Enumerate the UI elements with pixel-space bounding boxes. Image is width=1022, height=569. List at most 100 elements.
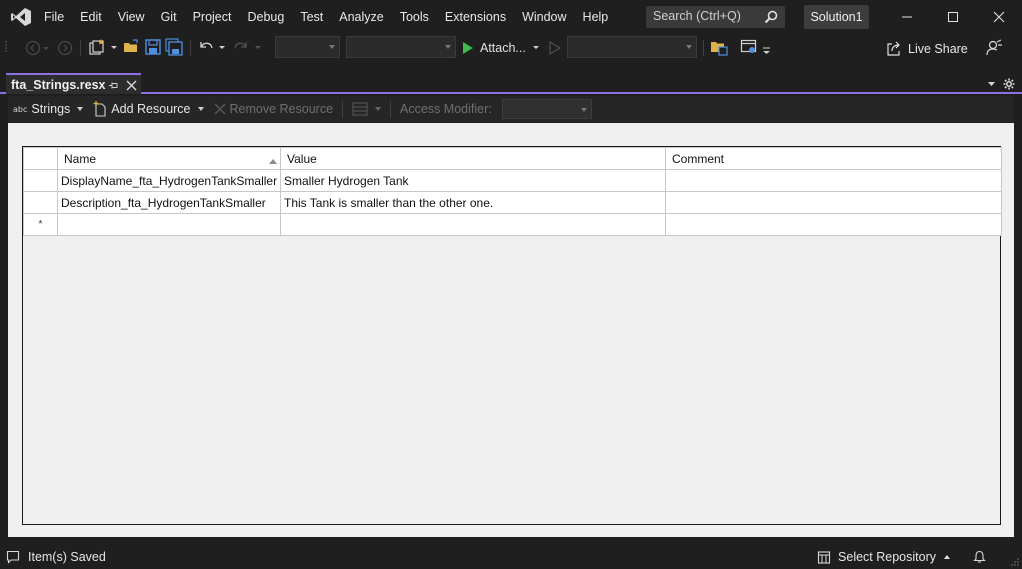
column-name-label: Name [64, 151, 97, 166]
startup-item-combo[interactable] [567, 36, 697, 58]
row-header[interactable] [23, 191, 58, 214]
navigate-back-icon[interactable] [24, 39, 42, 57]
add-resource-button[interactable]: Add Resource [88, 101, 208, 117]
add-resource-label: Add Resource [111, 102, 191, 116]
resource-editor-toolbar: abc Strings Add Resource Remove Resource… [8, 96, 1014, 122]
window-layout-icon[interactable] [740, 38, 758, 56]
strings-abc-icon: abc [13, 104, 28, 114]
toolbar-separator [390, 100, 392, 118]
row-header[interactable] [23, 169, 58, 192]
cell-comment[interactable] [665, 213, 1002, 236]
cell-comment[interactable] [665, 169, 1002, 192]
views-dropdown[interactable] [347, 102, 386, 116]
chevron-down-icon [375, 107, 382, 111]
cell-comment[interactable] [665, 191, 1002, 214]
redo-dropdown-icon[interactable] [254, 45, 262, 51]
feedback-icon[interactable] [985, 39, 1003, 57]
toolbar-separator [80, 40, 81, 56]
menu-extensions[interactable]: Extensions [437, 0, 514, 34]
undo-icon[interactable] [197, 38, 215, 56]
save-icon[interactable] [144, 38, 162, 56]
menu-edit[interactable]: Edit [72, 0, 110, 34]
menu-project[interactable]: Project [185, 0, 240, 34]
solution-name-badge[interactable]: Solution1 [804, 5, 869, 29]
tab-fta-strings-resx[interactable]: fta_Strings.resx [6, 73, 141, 94]
table-row[interactable]: DisplayName_fta_HydrogenTankSmaller Smal… [23, 169, 1002, 192]
table-row[interactable]: Description_fta_HydrogenTankSmaller This… [23, 191, 1002, 214]
repository-icon [817, 551, 831, 564]
minimize-button[interactable] [884, 0, 930, 34]
gear-icon[interactable] [1003, 78, 1015, 90]
cell-value[interactable]: Smaller Hydrogen Tank [280, 169, 666, 192]
resize-grip-icon[interactable] [1010, 557, 1020, 567]
new-project-icon[interactable] [88, 38, 106, 56]
live-share-icon [887, 41, 900, 56]
search-icon [764, 10, 778, 24]
toolbar-overflow-icon[interactable] [762, 47, 771, 55]
cell-name[interactable] [57, 213, 281, 236]
navigate-back-dropdown-icon[interactable] [42, 46, 50, 52]
maximize-button[interactable] [930, 0, 976, 34]
new-row[interactable]: * [23, 213, 1002, 236]
toolbar-separator [342, 100, 344, 118]
access-modifier-combo[interactable] [501, 99, 592, 119]
select-repository-button[interactable]: Select Repository [817, 550, 951, 564]
attach-button[interactable]: Attach... [462, 38, 526, 58]
solution-platforms-combo[interactable] [346, 36, 456, 58]
navigate-forward-icon[interactable] [56, 39, 74, 57]
cell-value[interactable]: This Tank is smaller than the other one. [280, 191, 666, 214]
attach-label: Attach... [480, 41, 526, 55]
menu-file[interactable]: File [36, 0, 72, 34]
search-box[interactable]: Search (Ctrl+Q) [646, 6, 785, 28]
column-value-label: Value [287, 151, 317, 166]
row-header-corner[interactable] [23, 147, 58, 170]
close-tab-icon[interactable] [126, 80, 137, 91]
solution-configurations-combo[interactable] [275, 36, 340, 58]
menu-test[interactable]: Test [292, 0, 331, 34]
menu-help[interactable]: Help [575, 0, 617, 34]
play-icon [463, 42, 473, 54]
start-without-debugging-icon[interactable] [546, 39, 564, 57]
grid-view-icon [352, 102, 368, 116]
new-row-marker[interactable]: * [23, 213, 58, 236]
redo-icon[interactable] [232, 38, 250, 56]
cell-name[interactable]: DisplayName_fta_HydrogenTankSmaller [57, 169, 281, 192]
live-share-button[interactable]: Live Share [886, 38, 968, 60]
close-icon [993, 11, 1005, 23]
column-header-comment[interactable]: Comment [665, 147, 1002, 170]
attach-dropdown-icon[interactable] [532, 45, 540, 51]
chevron-down-icon [580, 108, 587, 112]
document-tab-strip [0, 68, 1022, 94]
menu-tools[interactable]: Tools [392, 0, 437, 34]
remove-x-icon [214, 103, 225, 115]
menu-git[interactable]: Git [153, 0, 185, 34]
solution-explorer-folder-icon[interactable] [710, 38, 728, 56]
new-project-dropdown-icon[interactable] [110, 45, 118, 51]
tab-list-dropdown-icon[interactable] [987, 81, 996, 87]
cell-name[interactable]: Description_fta_HydrogenTankSmaller [57, 191, 281, 214]
open-folder-icon[interactable] [122, 38, 140, 56]
output-notification-icon[interactable] [6, 550, 20, 564]
remove-resource-button[interactable]: Remove Resource [209, 102, 339, 116]
menu-window[interactable]: Window [514, 0, 574, 34]
undo-dropdown-icon[interactable] [218, 45, 226, 51]
column-header-name[interactable]: Name [57, 147, 281, 170]
strings-label: Strings [31, 102, 71, 116]
notifications-bell-icon[interactable] [973, 550, 986, 564]
menu-analyze[interactable]: Analyze [331, 0, 391, 34]
menu-debug[interactable]: Debug [239, 0, 292, 34]
pin-tab-icon[interactable] [108, 80, 119, 91]
toolbar-separator [190, 40, 191, 56]
maximize-icon [948, 12, 958, 22]
column-header-value[interactable]: Value [280, 147, 666, 170]
visual-studio-logo-icon[interactable] [10, 7, 32, 27]
grid-header-row: Name Value Comment [23, 147, 1002, 170]
cell-value[interactable] [280, 213, 666, 236]
resource-grid: Name Value Comment DisplayName_fta_Hydro… [22, 146, 1002, 525]
strings-dropdown[interactable]: abc Strings [8, 102, 88, 116]
save-all-icon[interactable] [165, 38, 183, 56]
menu-view[interactable]: View [110, 0, 153, 34]
search-placeholder: Search (Ctrl+Q) [653, 9, 741, 23]
toolbar-separator [703, 40, 704, 56]
close-window-button[interactable] [976, 0, 1022, 34]
